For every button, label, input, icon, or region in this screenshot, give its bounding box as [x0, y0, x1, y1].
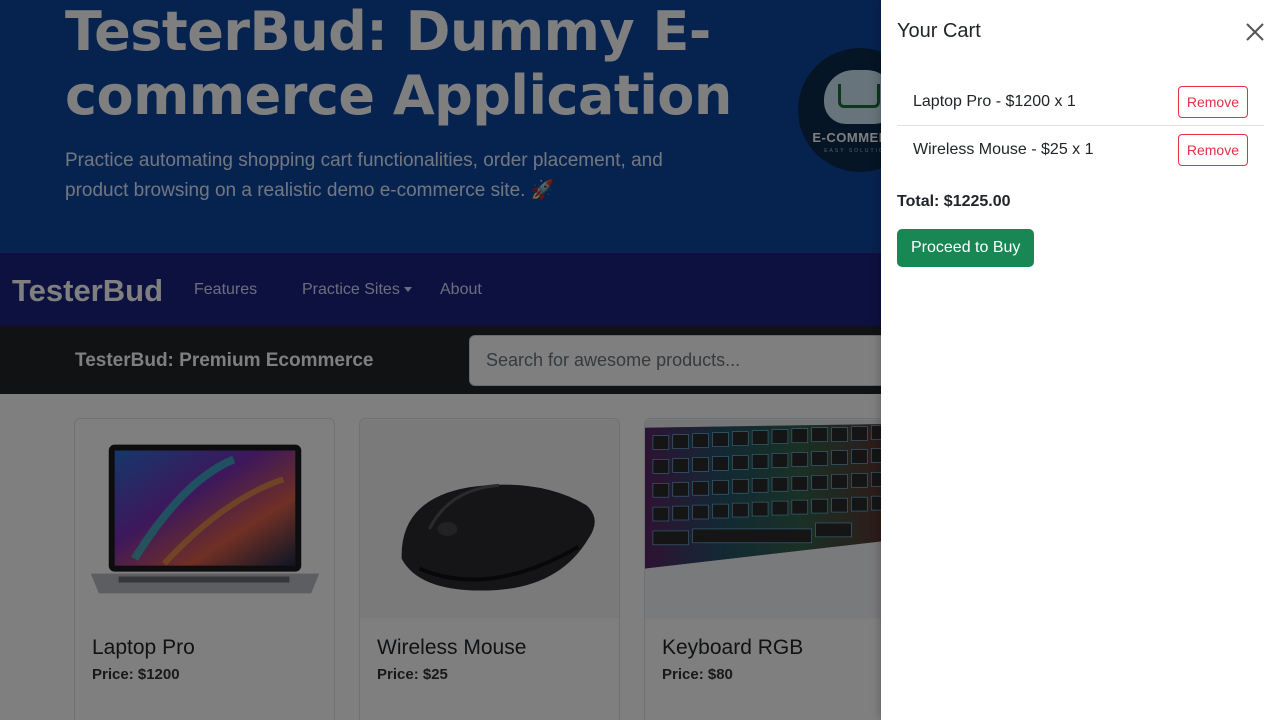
remove-item-button[interactable]: Remove — [1177, 134, 1248, 166]
cart-title: Your Cart — [897, 20, 981, 42]
close-button[interactable] — [1244, 21, 1266, 43]
cart-item-text: Laptop Pro - $1200 x 1 — [913, 93, 1076, 110]
close-icon — [1246, 23, 1264, 41]
cart-total: Total: $1225.00 — [897, 193, 1011, 210]
cart-item-text: Wireless Mouse - $25 x 1 — [913, 141, 1094, 158]
cart-item: Laptop Pro - $1200 x 1 Remove — [897, 78, 1264, 126]
proceed-to-buy-button[interactable]: Proceed to Buy — [897, 229, 1035, 267]
cart-item-list: Laptop Pro - $1200 x 1 Remove Wireless M… — [897, 78, 1264, 174]
cart-offcanvas: Your Cart Laptop Pro - $1200 x 1 Remove … — [881, 0, 1280, 720]
remove-item-button[interactable]: Remove — [1177, 86, 1248, 118]
cart-item: Wireless Mouse - $25 x 1 Remove — [897, 126, 1264, 174]
